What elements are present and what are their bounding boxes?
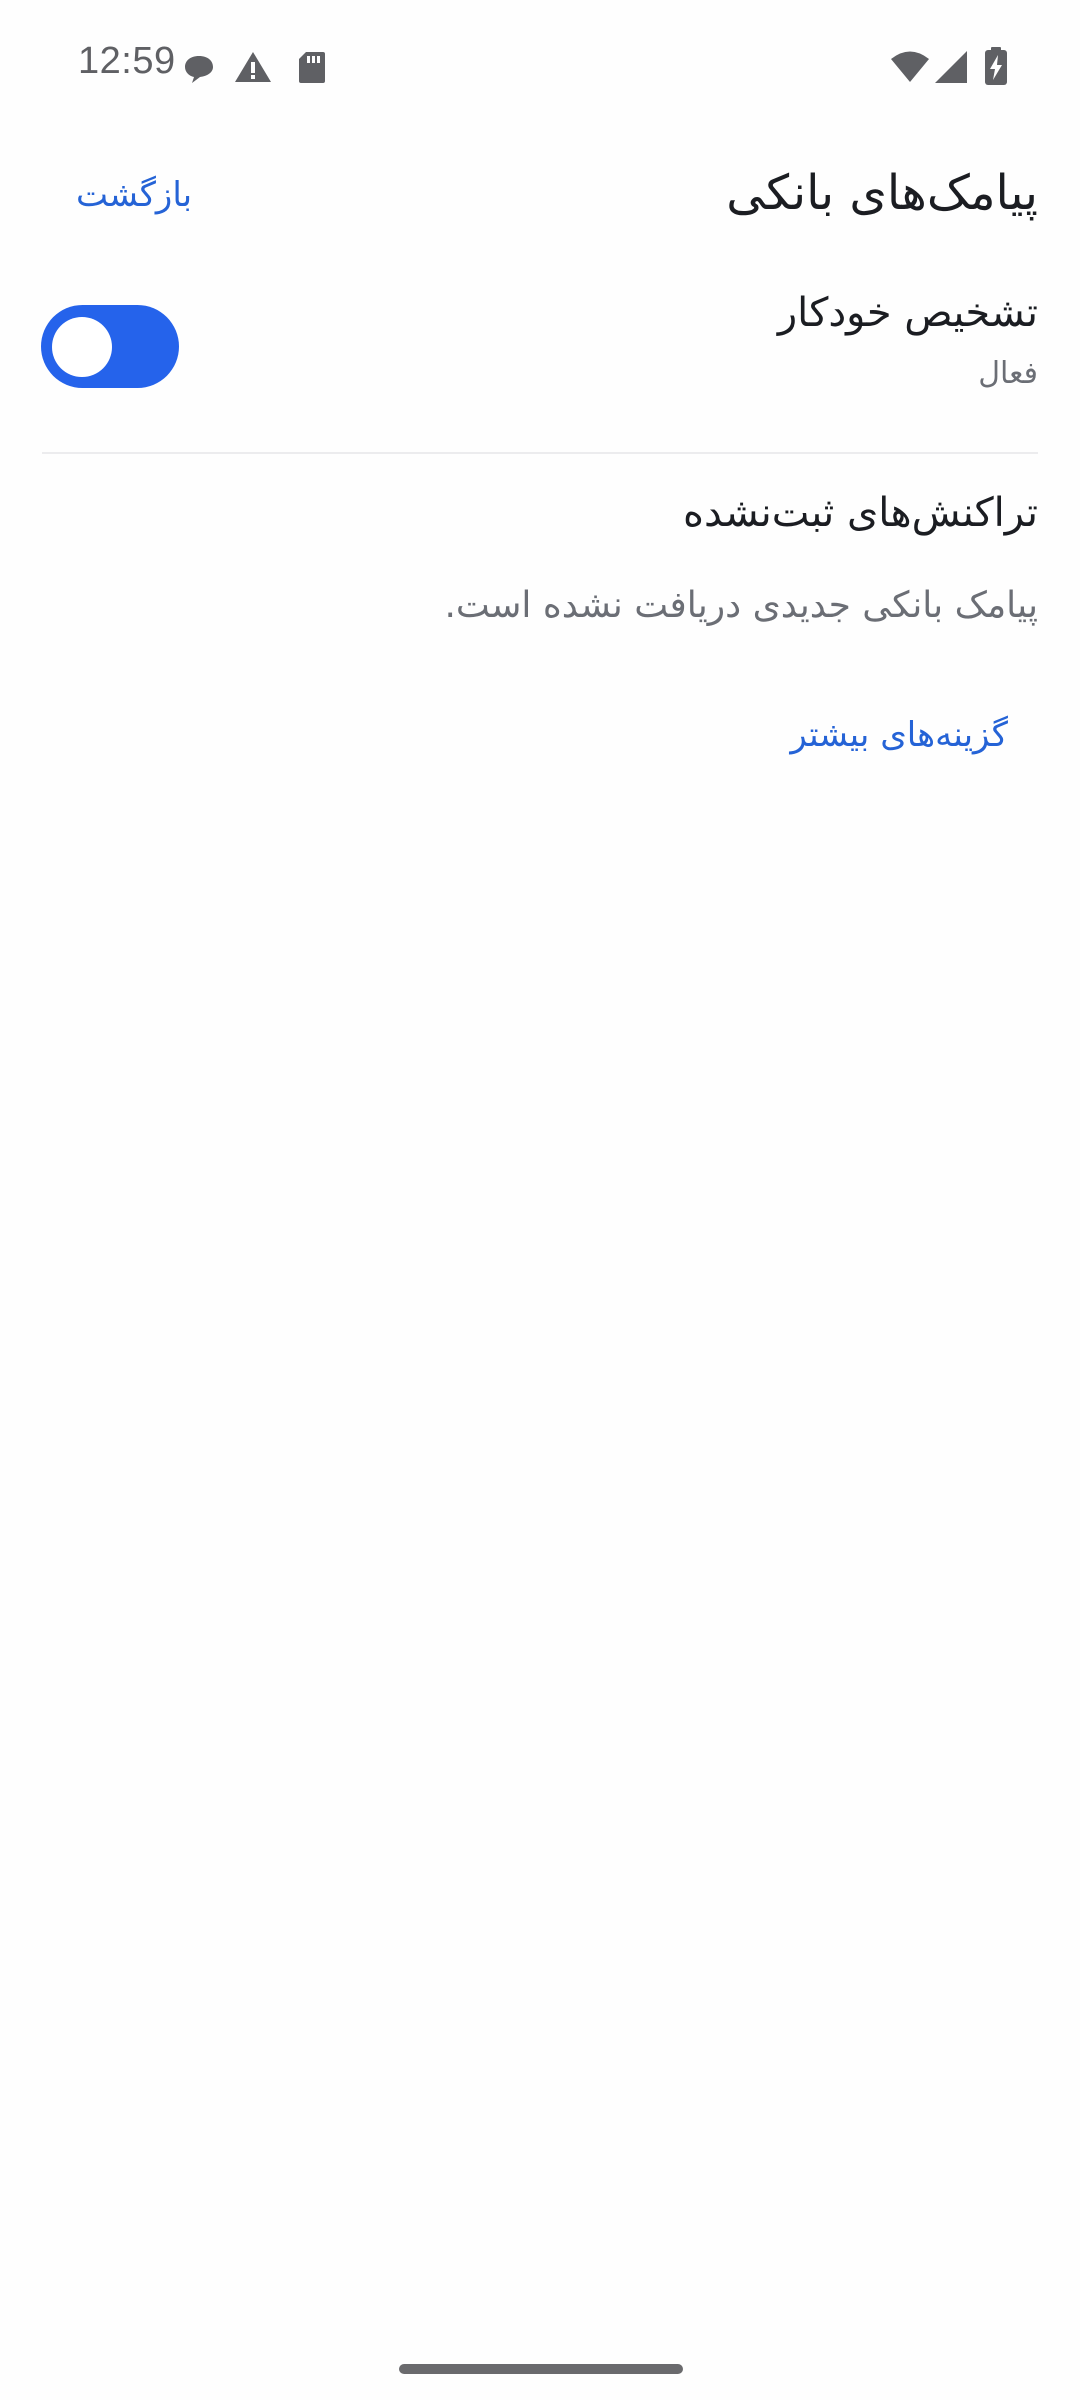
back-button[interactable]: بازگشت (76, 175, 192, 215)
chat-bubble-icon (185, 56, 213, 83)
empty-state-message: پیامک بانکی جدیدی دریافت نشده است. (444, 585, 1038, 626)
battery-charging-icon (985, 47, 1007, 85)
divider (42, 452, 1038, 454)
wifi-icon (891, 51, 929, 82)
unrecorded-transactions-title: تراکنش‌های ثبت‌نشده (683, 490, 1038, 536)
auto-detect-title: تشخیص خودکار (777, 290, 1038, 336)
warning-icon (235, 52, 271, 82)
status-time: 12:59 (78, 40, 176, 82)
auto-detect-status: فعال (978, 356, 1038, 391)
auto-detect-toggle[interactable] (41, 305, 179, 388)
gesture-nav-handle[interactable] (399, 2364, 683, 2374)
cell-signal-icon (935, 51, 967, 83)
screen: 12:59 پیامک‌های بانکی بازگشت (0, 0, 1080, 2400)
more-options-button[interactable]: گزینه‌های بیشتر (790, 715, 1008, 755)
toggle-knob (52, 317, 112, 377)
status-bar: 12:59 (0, 0, 1080, 136)
page-title: پیامک‌های بانکی (726, 165, 1038, 221)
sd-card-icon (299, 52, 325, 83)
